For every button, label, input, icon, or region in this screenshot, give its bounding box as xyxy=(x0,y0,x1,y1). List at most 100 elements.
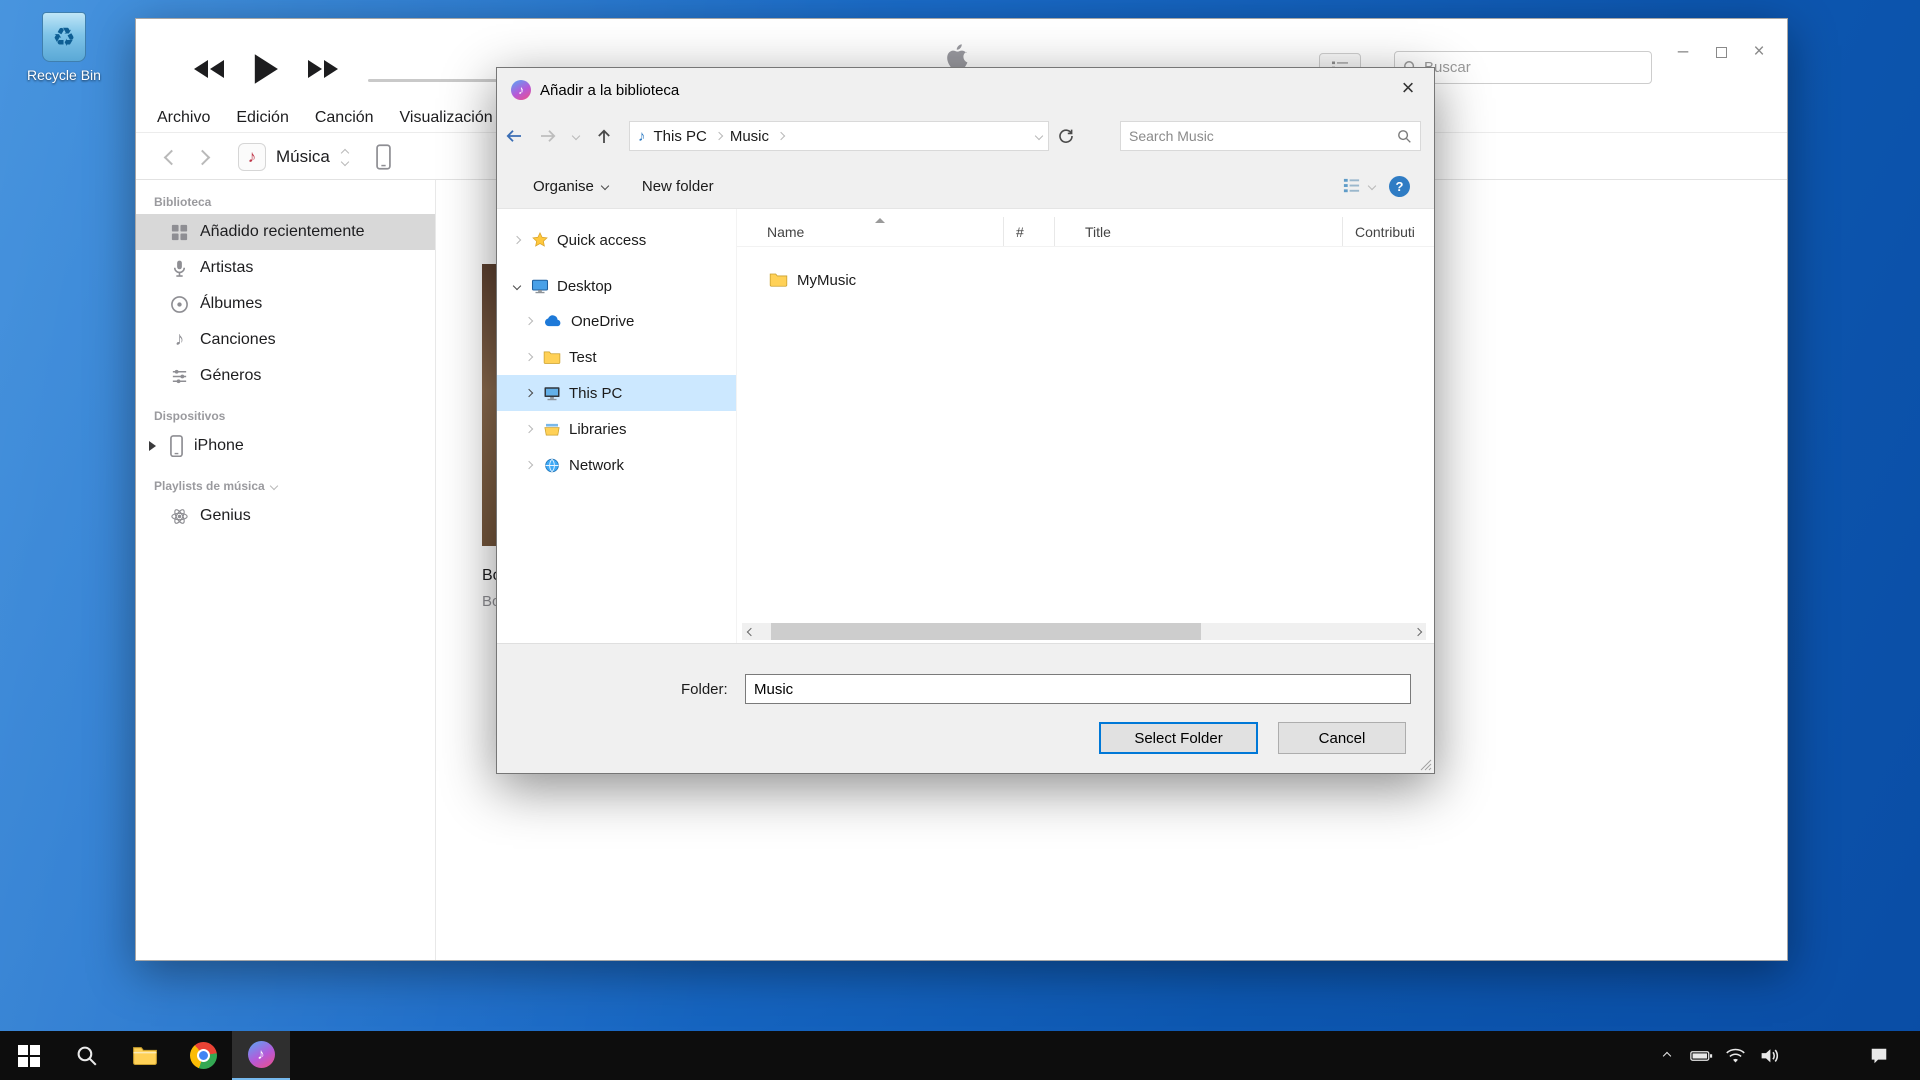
taskbar-itunes-button[interactable]: ♪ xyxy=(232,1031,290,1080)
chevron-right-icon[interactable] xyxy=(525,353,533,361)
volume-icon[interactable] xyxy=(1752,1047,1786,1065)
recycle-bin[interactable]: ♻ Recycle Bin xyxy=(16,12,112,83)
minimize-button[interactable]: – xyxy=(1668,39,1698,65)
menu-edicion[interactable]: Edición xyxy=(223,105,301,131)
dialog-close-button[interactable]: × xyxy=(1382,68,1434,108)
change-view-button[interactable] xyxy=(1342,177,1375,194)
column-title[interactable]: Title xyxy=(1055,217,1343,246)
microphone-icon xyxy=(170,259,189,278)
address-bar[interactable]: ♪ This PC Music xyxy=(629,121,1049,151)
taskbar-chrome-button[interactable] xyxy=(174,1031,232,1080)
music-note-icon: ♪ xyxy=(170,329,189,351)
dialog-search-box[interactable] xyxy=(1120,121,1421,151)
playback-controls xyxy=(192,49,340,89)
scrollbar-thumb[interactable] xyxy=(771,623,1201,640)
dialog-search-input[interactable] xyxy=(1129,128,1397,144)
breadcrumb-this-pc[interactable]: This PC xyxy=(654,128,722,145)
chevron-right-icon[interactable] xyxy=(513,236,521,244)
chevron-down-icon[interactable] xyxy=(513,282,521,290)
device-button[interactable] xyxy=(376,144,391,170)
tree-item-label: Desktop xyxy=(557,278,612,295)
menu-visualizacion[interactable]: Visualización xyxy=(387,105,506,131)
scroll-right-button[interactable] xyxy=(1409,623,1426,640)
new-folder-button[interactable]: New folder xyxy=(642,178,714,195)
sidebar-item-label: Genius xyxy=(200,507,251,525)
forward-button[interactable] xyxy=(195,149,211,165)
sidebar-item-artists[interactable]: Artistas xyxy=(136,250,435,286)
rewind-button[interactable] xyxy=(192,58,226,80)
windows-logo-icon xyxy=(18,1045,40,1067)
scrollbar-track[interactable] xyxy=(759,623,1409,640)
play-button[interactable] xyxy=(252,52,280,86)
system-tray xyxy=(1650,1031,1920,1080)
back-button[interactable] xyxy=(164,149,180,165)
recent-locations-dropdown[interactable] xyxy=(565,133,587,139)
column-name[interactable]: Name xyxy=(737,217,1004,246)
sliders-icon xyxy=(170,367,189,386)
menu-archivo[interactable]: Archivo xyxy=(144,105,223,131)
scroll-left-button[interactable] xyxy=(742,623,759,640)
sidebar-item-genius[interactable]: Genius xyxy=(136,498,435,534)
itunes-icon: ♪ xyxy=(248,1041,275,1068)
sidebar-item-genres[interactable]: Géneros xyxy=(136,358,435,394)
tree-item-this-pc[interactable]: This PC xyxy=(497,375,736,411)
nav-forward-button[interactable] xyxy=(531,128,565,144)
tree-item-network[interactable]: Network xyxy=(497,447,736,483)
select-folder-button[interactable]: Select Folder xyxy=(1099,722,1258,754)
sidebar-item-recently-added[interactable]: Añadido recientemente xyxy=(136,214,435,250)
refresh-button[interactable] xyxy=(1049,128,1083,144)
breadcrumb-separator-icon[interactable] xyxy=(777,132,785,140)
column-number[interactable]: # xyxy=(1004,217,1055,246)
network-wifi-icon[interactable] xyxy=(1718,1048,1752,1064)
chevron-right-icon[interactable] xyxy=(525,317,533,325)
horizontal-scrollbar[interactable] xyxy=(742,623,1426,640)
show-hidden-icons-button[interactable] xyxy=(1650,1053,1684,1059)
help-button[interactable]: ? xyxy=(1389,176,1410,197)
battery-icon[interactable] xyxy=(1684,1050,1718,1062)
start-button[interactable] xyxy=(0,1031,58,1080)
sidebar-item-albums[interactable]: Álbumes xyxy=(136,286,435,322)
recycle-glyph: ♻ xyxy=(52,22,75,53)
tree-item-test[interactable]: Test xyxy=(497,339,736,375)
column-contributing[interactable]: Contributi xyxy=(1343,217,1434,246)
expand-arrow-icon[interactable] xyxy=(149,441,156,451)
dialog-titlebar[interactable]: ♪ Añadir a la biblioteca xyxy=(497,68,1434,112)
nav-back-button[interactable] xyxy=(497,128,531,144)
sidebar-item-iphone[interactable]: iPhone xyxy=(136,428,435,464)
recycle-bin-label: Recycle Bin xyxy=(16,67,112,83)
column-label: Name xyxy=(767,224,804,240)
window-close-button[interactable]: × xyxy=(1744,39,1774,65)
menu-cancion[interactable]: Canción xyxy=(302,105,387,131)
resize-grip[interactable] xyxy=(1419,758,1432,771)
chevron-right-icon[interactable] xyxy=(525,389,533,397)
cancel-button[interactable]: Cancel xyxy=(1278,722,1406,754)
file-row-mymusic[interactable]: MyMusic xyxy=(737,265,1434,295)
itunes-search-input[interactable] xyxy=(1424,59,1624,76)
media-picker-stepper[interactable] xyxy=(342,150,348,165)
record-icon xyxy=(170,295,189,314)
tree-item-quick-access[interactable]: Quick access xyxy=(497,223,736,257)
organise-menu-button[interactable]: Organise xyxy=(533,178,608,195)
playlists-section-header[interactable]: Playlists de música xyxy=(154,478,435,494)
fast-forward-button[interactable] xyxy=(306,58,340,80)
folder-name-input[interactable] xyxy=(745,674,1411,704)
breadcrumb-separator-icon[interactable] xyxy=(715,132,723,140)
sidebar-item-songs[interactable]: ♪ Canciones xyxy=(136,322,435,358)
chevron-right-icon[interactable] xyxy=(525,461,533,469)
media-kind-icon[interactable]: ♪ xyxy=(238,143,266,171)
tree-item-desktop[interactable]: Desktop xyxy=(497,269,736,303)
action-center-button[interactable] xyxy=(1862,1046,1896,1066)
tree-item-label: Network xyxy=(569,457,624,474)
taskbar-file-explorer-button[interactable] xyxy=(116,1031,174,1080)
tree-item-libraries[interactable]: Libraries xyxy=(497,411,736,447)
column-label: Title xyxy=(1085,224,1111,240)
breadcrumb-music[interactable]: Music xyxy=(730,128,784,145)
media-picker-value[interactable]: Música xyxy=(276,147,330,167)
taskbar-search-button[interactable] xyxy=(58,1031,116,1080)
nav-up-button[interactable] xyxy=(587,128,621,145)
maximize-button[interactable] xyxy=(1706,39,1736,65)
address-dropdown-icon[interactable] xyxy=(1035,132,1043,140)
grid-icon xyxy=(170,223,189,242)
tree-item-onedrive[interactable]: OneDrive xyxy=(497,303,736,339)
chevron-right-icon[interactable] xyxy=(525,425,533,433)
